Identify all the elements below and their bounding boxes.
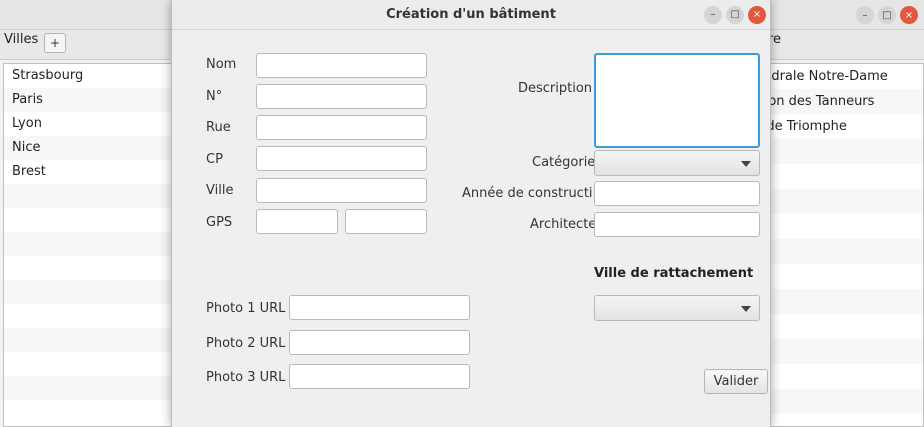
maximize-icon[interactable]: □ — [878, 6, 896, 24]
valider-button[interactable]: Valider — [704, 369, 768, 394]
list-item[interactable]: Lyon — [4, 112, 172, 136]
label-photo1: Photo 1 URL — [206, 301, 286, 316]
batiments-list[interactable]: thédrale Notre-Dame aison des Tanneurs r… — [755, 63, 924, 427]
villes-list[interactable]: Strasbourg Paris Lyon Nice Brest — [3, 63, 173, 427]
gps-longitude-input[interactable] — [345, 209, 427, 234]
list-item-empty — [4, 184, 172, 208]
chevron-down-icon — [741, 161, 751, 167]
label-ville: Ville — [206, 183, 234, 198]
dialog-titlebar[interactable]: Création d'un bâtiment – □ × — [172, 0, 770, 30]
list-item-empty — [4, 352, 172, 376]
numero-input[interactable] — [256, 84, 427, 109]
minimize-icon[interactable]: – — [704, 6, 722, 24]
list-item-empty — [4, 232, 172, 256]
list-item-empty — [756, 389, 923, 414]
list-item[interactable]: Paris — [4, 88, 172, 112]
label-architecte: Architecte — [530, 217, 597, 232]
chevron-down-icon — [741, 306, 751, 312]
label-cp: CP — [206, 152, 223, 167]
label-gps: GPS — [206, 215, 233, 230]
description-textarea[interactable] — [594, 53, 760, 148]
add-tab-button[interactable]: + — [44, 33, 66, 53]
list-item-empty — [756, 289, 923, 314]
photo1-url-input[interactable] — [289, 295, 470, 320]
ville-rattachement-combobox[interactable] — [594, 295, 760, 321]
nom-input[interactable] — [256, 53, 427, 78]
list-item-empty — [4, 376, 172, 400]
list-item[interactable]: rc de Triomphe — [756, 114, 923, 139]
rue-input[interactable] — [256, 115, 427, 140]
list-item-empty — [756, 314, 923, 339]
label-annee-wrapper: Année de constructi — [462, 186, 594, 201]
photo3-url-input[interactable] — [289, 364, 470, 389]
label-categorie: Catégorie — [532, 155, 596, 170]
list-item-empty — [756, 189, 923, 214]
photo2-url-input[interactable] — [289, 330, 470, 355]
architecte-input[interactable] — [594, 212, 760, 237]
list-item-empty — [756, 164, 923, 189]
label-description: Description — [518, 81, 593, 96]
close-icon[interactable]: × — [900, 6, 918, 24]
label-annee: Année de constructi — [462, 186, 593, 201]
annee-construction-input[interactable] — [594, 181, 760, 206]
creation-batiment-dialog: Création d'un bâtiment – □ × Nom N° Rue … — [171, 0, 771, 427]
list-item-empty — [4, 400, 172, 424]
tab-villes[interactable]: Villes — [0, 30, 42, 59]
main-window-controls: – □ × — [856, 6, 918, 24]
label-photo3: Photo 3 URL — [206, 370, 286, 385]
label-numero: N° — [206, 89, 223, 104]
label-photo2: Photo 2 URL — [206, 336, 286, 351]
list-item-empty — [756, 239, 923, 264]
list-item[interactable]: thédrale Notre-Dame — [756, 64, 923, 89]
label-nom: Nom — [206, 57, 237, 72]
list-item-empty — [756, 339, 923, 364]
ville-input[interactable] — [256, 178, 427, 203]
maximize-icon[interactable]: □ — [726, 6, 744, 24]
label-rue: Rue — [206, 120, 231, 135]
cp-input[interactable] — [256, 146, 427, 171]
close-icon[interactable]: × — [748, 6, 766, 24]
list-item-empty — [4, 256, 172, 280]
list-item-empty — [4, 304, 172, 328]
list-item-empty — [756, 139, 923, 164]
list-item-empty — [4, 280, 172, 304]
list-item-empty — [756, 414, 923, 426]
minimize-icon[interactable]: – — [856, 6, 874, 24]
gps-latitude-input[interactable] — [256, 209, 338, 234]
categorie-combobox[interactable] — [594, 150, 760, 176]
list-item[interactable]: Brest — [4, 160, 172, 184]
list-item-empty — [756, 264, 923, 289]
dialog-title: Création d'un bâtiment — [386, 7, 556, 22]
list-item-empty — [4, 328, 172, 352]
list-item-empty — [4, 208, 172, 232]
list-item[interactable]: Nice — [4, 136, 172, 160]
list-item-empty — [756, 214, 923, 239]
ville-rattachement-title: Ville de rattachement — [594, 266, 754, 281]
list-item[interactable]: aison des Tanneurs — [756, 89, 923, 114]
list-item-empty — [756, 364, 923, 389]
dialog-window-controls: – □ × — [704, 6, 766, 24]
list-item[interactable]: Strasbourg — [4, 64, 172, 88]
